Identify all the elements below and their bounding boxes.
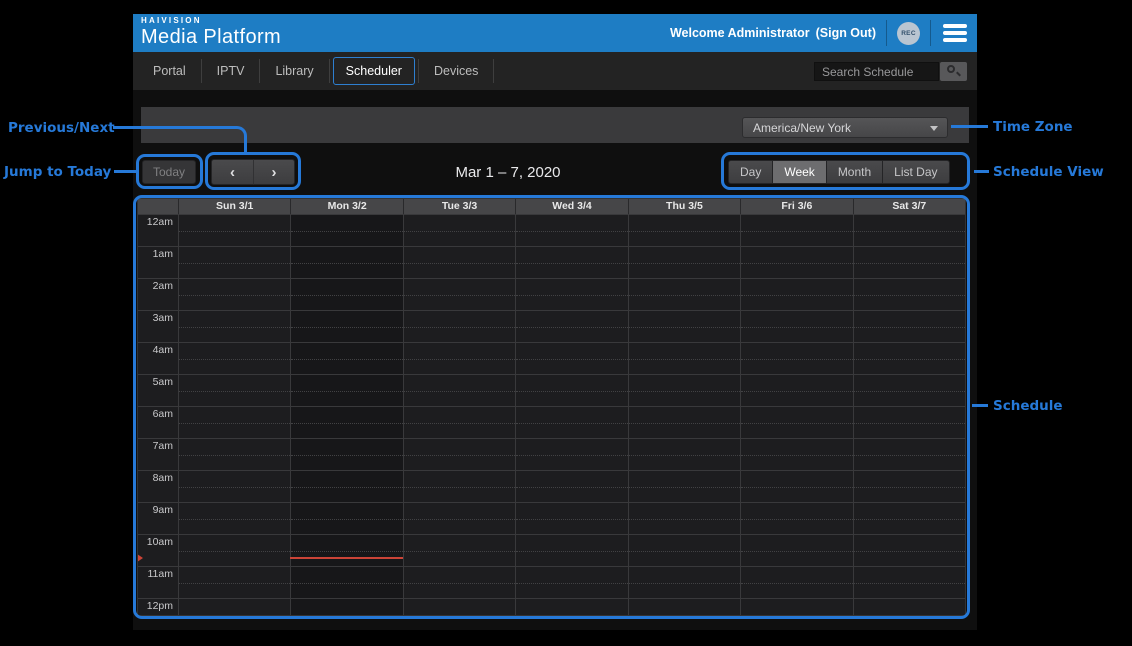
annotation-box-schedule	[133, 195, 970, 619]
welcome-text: Welcome Administrator(Sign Out)	[670, 26, 876, 40]
header-divider	[930, 20, 931, 46]
tab-iptv[interactable]: IPTV	[205, 58, 257, 84]
annotation-connector	[972, 404, 988, 407]
page: HAIVISION Media Platform Welcome Adminis…	[0, 0, 1132, 646]
annotation-box-today	[136, 154, 203, 189]
tab-portal[interactable]: Portal	[141, 58, 198, 84]
header-divider	[886, 20, 887, 46]
annotation-connector	[114, 170, 137, 173]
tab-separator	[418, 59, 419, 83]
annotation-connector	[113, 126, 247, 152]
dropdown-caret-icon	[930, 126, 938, 131]
tab-separator	[201, 59, 202, 83]
rec-badge-icon[interactable]: REC	[897, 22, 920, 45]
main-nav: Portal IPTVLibrary Scheduler Devices	[133, 52, 977, 90]
search-icon	[947, 65, 955, 73]
hamburger-menu-icon[interactable]	[943, 24, 967, 42]
tab-library[interactable]: Library	[263, 58, 325, 84]
tab-separator	[329, 59, 330, 83]
tab-scheduler[interactable]: Scheduler	[333, 57, 415, 85]
annotation-box-prev-next	[205, 152, 301, 190]
annotation-box-schedule-view	[721, 152, 970, 190]
timezone-value: America/New York	[753, 121, 851, 135]
sign-out-link[interactable]: (Sign Out)	[816, 26, 876, 40]
timezone-dropdown[interactable]: America/New York	[742, 117, 948, 138]
brand-haivision: HAIVISION	[141, 17, 281, 25]
app-header: HAIVISION Media Platform Welcome Adminis…	[133, 14, 977, 52]
annotation-connector	[974, 170, 989, 173]
brand-media-platform: Media Platform	[141, 26, 281, 48]
annotation-schedule: Schedule	[993, 398, 1063, 414]
annotation-connector	[951, 125, 988, 128]
annotation-schedule-view: Schedule View	[993, 164, 1104, 180]
annotation-jump-to-today: Jump to Today	[4, 164, 110, 180]
tab-separator	[493, 59, 494, 83]
tab-separator	[259, 59, 260, 83]
brand-logo: HAIVISION Media Platform	[141, 17, 281, 47]
search-button[interactable]	[940, 62, 967, 81]
annotation-previous-next: Previous/Next	[8, 120, 110, 136]
annotation-time-zone: Time Zone	[993, 119, 1073, 135]
timezone-bar: America/New York	[141, 107, 969, 143]
tab-devices[interactable]: Devices	[422, 58, 490, 84]
date-range-title: Mar 1 – 7, 2020	[455, 164, 560, 181]
search-input[interactable]	[814, 62, 939, 81]
